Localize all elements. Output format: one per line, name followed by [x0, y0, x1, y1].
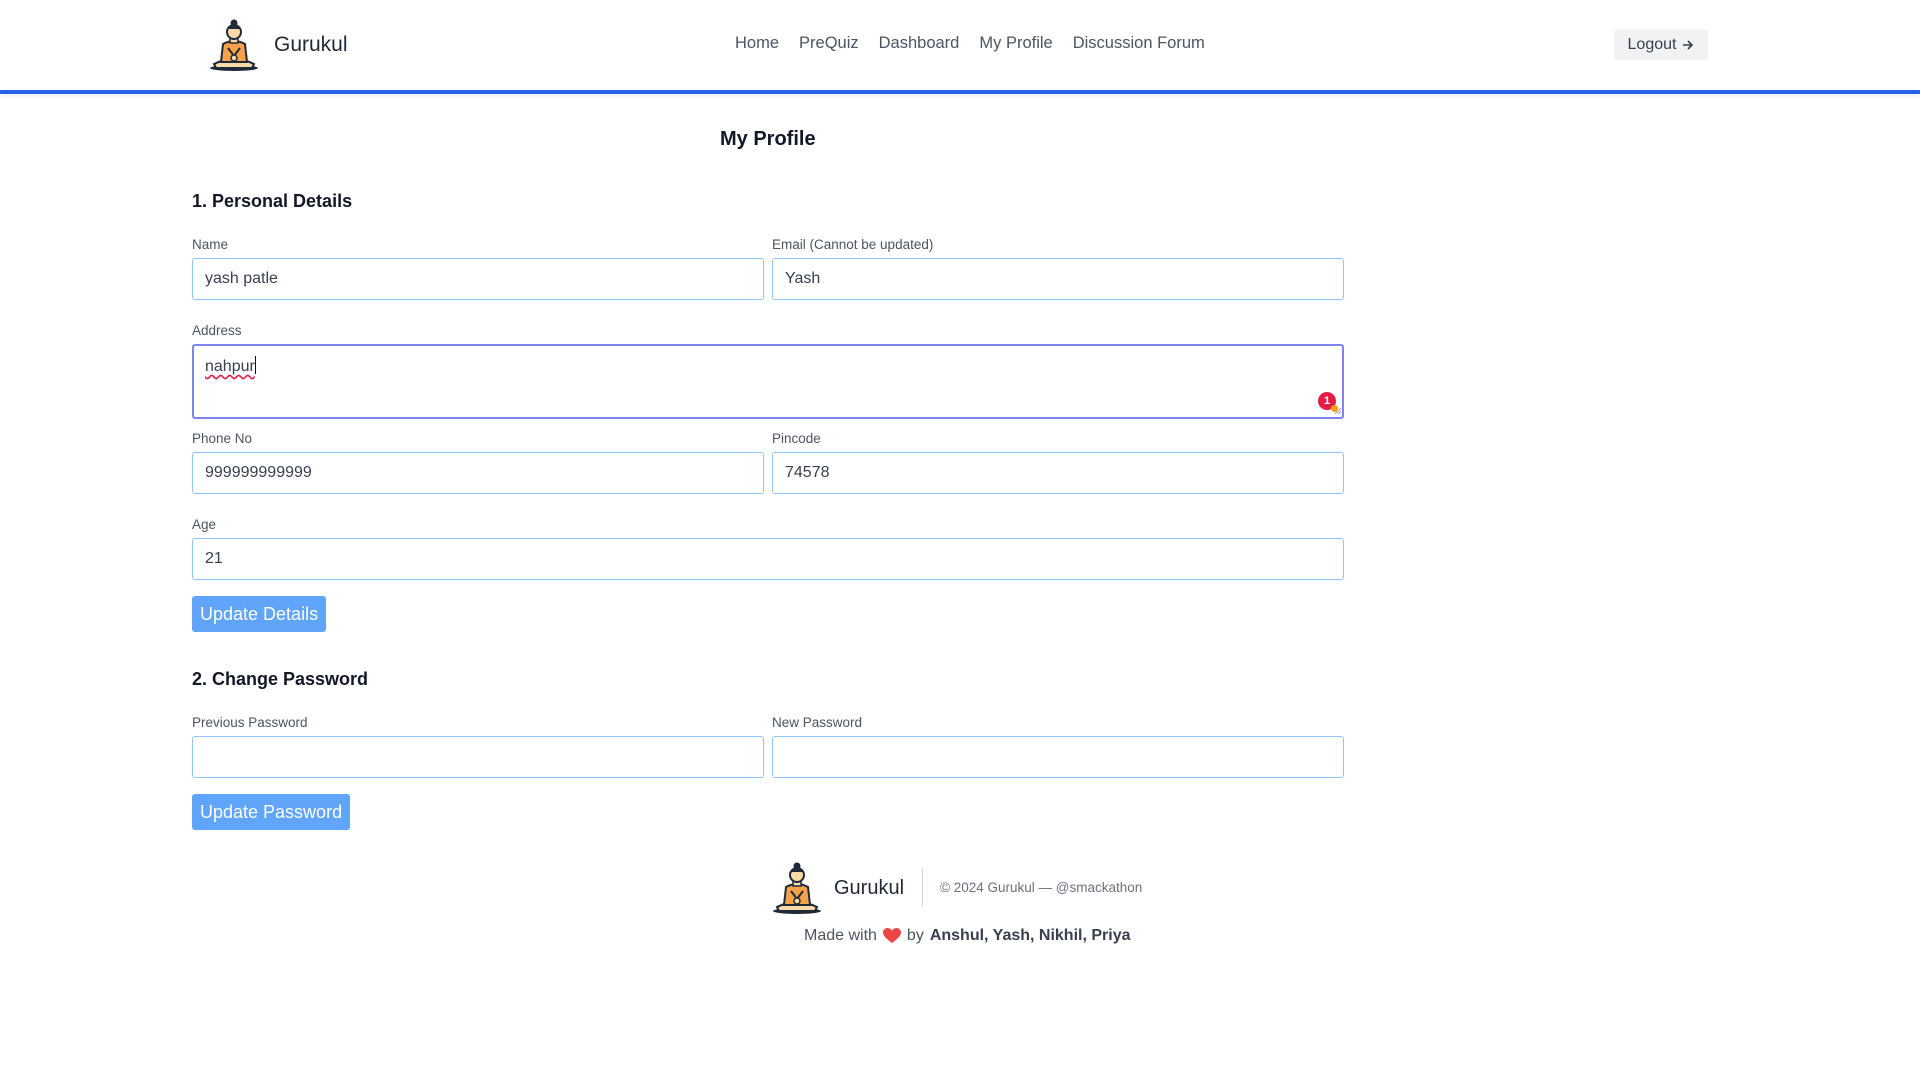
- meditating-guru-logo: [210, 19, 258, 71]
- name-label: Name: [192, 237, 229, 252]
- change-password-heading: 2. Change Password: [192, 669, 369, 689]
- footer-credits: Made with by Anshul, Yash, Nikhil, Priya: [804, 927, 1131, 945]
- top-navbar: Gurukul Home PreQuiz Dashboard My Profil…: [0, 0, 1920, 94]
- address-textarea[interactable]: nahpur: [192, 344, 1344, 419]
- resize-handle-icon[interactable]: [1332, 405, 1342, 415]
- pincode-input[interactable]: [772, 452, 1344, 494]
- previous-password-label: Previous Password: [192, 715, 308, 730]
- text-caret: [254, 356, 256, 374]
- logout-label: Logout: [1627, 35, 1677, 53]
- made-with-text: Made with: [804, 927, 877, 944]
- nav-dashboard[interactable]: Dashboard: [879, 34, 960, 53]
- by-text: by: [906, 927, 924, 944]
- footer-copyright: © 2024 Gurukul — @smackathon: [940, 880, 1143, 895]
- address-label: Address: [192, 323, 242, 338]
- brand-name: Gurukul: [274, 33, 348, 56]
- new-password-input[interactable]: [772, 736, 1344, 778]
- new-password-label: New Password: [772, 715, 863, 730]
- email-label: Email (Cannot be updated): [772, 237, 934, 252]
- page-title: My Profile: [720, 128, 816, 150]
- heart-icon: [882, 928, 901, 943]
- brand[interactable]: Gurukul: [208, 18, 348, 72]
- previous-password-input[interactable]: [192, 736, 764, 778]
- pincode-label: Pincode: [772, 431, 821, 446]
- update-password-button[interactable]: Update Password: [192, 794, 351, 830]
- name-input[interactable]: [192, 258, 764, 300]
- arrow-right-icon: [1683, 39, 1694, 50]
- footer-brand: Gurukul: [834, 877, 905, 899]
- nav-home[interactable]: Home: [735, 34, 779, 53]
- nav-discussion-forum[interactable]: Discussion Forum: [1073, 34, 1205, 53]
- meditating-guru-logo: [773, 862, 821, 914]
- update-details-button[interactable]: Update Details: [192, 596, 327, 632]
- footer-divider: [922, 868, 923, 906]
- age-input[interactable]: [192, 538, 1344, 580]
- nav-prequiz[interactable]: PreQuiz: [799, 34, 859, 53]
- address-text: nahpur: [205, 358, 255, 375]
- personal-details-heading: 1. Personal Details: [192, 191, 353, 211]
- age-label: Age: [192, 517, 217, 532]
- logout-button[interactable]: Logout: [1614, 29, 1708, 60]
- phone-label: Phone No: [192, 431, 253, 446]
- authors: Anshul, Yash, Nikhil, Priya: [929, 927, 1131, 944]
- nav-my-profile[interactable]: My Profile: [979, 34, 1052, 53]
- main-nav: Home PreQuiz Dashboard My Profile Discus…: [735, 34, 1205, 53]
- email-input[interactable]: [772, 258, 1344, 300]
- phone-input[interactable]: [192, 452, 764, 494]
